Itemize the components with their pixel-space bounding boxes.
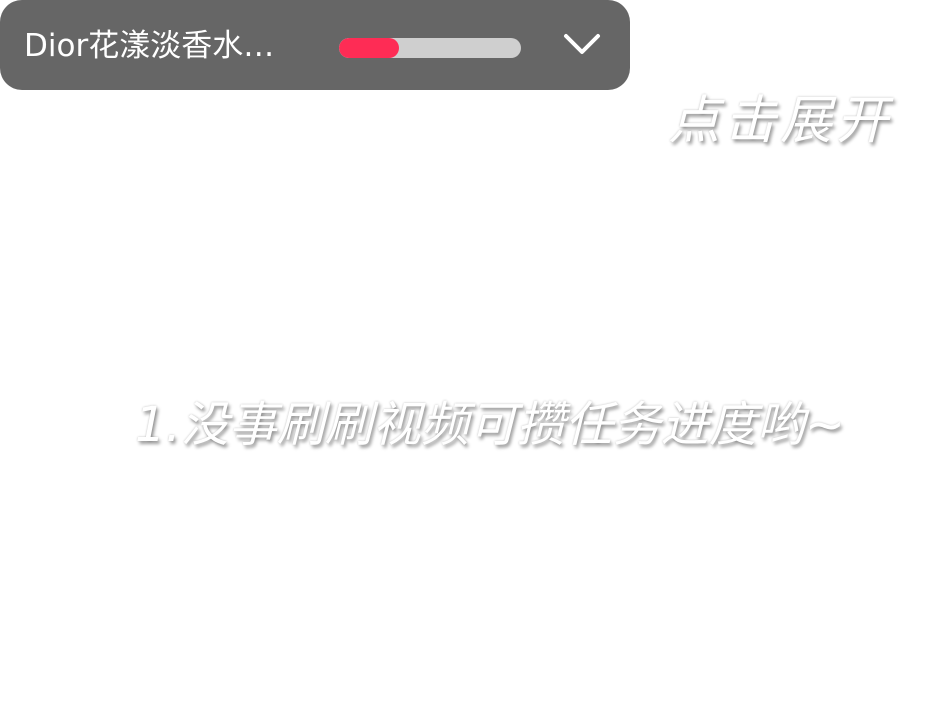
screen: Dior花漾淡香水… 点击展开 1.没事刷刷视频可攒任务进度哟~ [0,0,927,704]
expand-hint-text: 点击展开 [668,91,893,151]
task-progress-bar[interactable]: Dior花漾淡香水… [0,0,630,90]
progress-fill [339,38,400,58]
task-hint-text: 1.没事刷刷视频可攒任务进度哟~ [135,397,846,453]
progress-track [339,38,521,58]
task-title: Dior花漾淡香水… [24,28,275,64]
chevron-down-icon[interactable] [560,26,604,66]
